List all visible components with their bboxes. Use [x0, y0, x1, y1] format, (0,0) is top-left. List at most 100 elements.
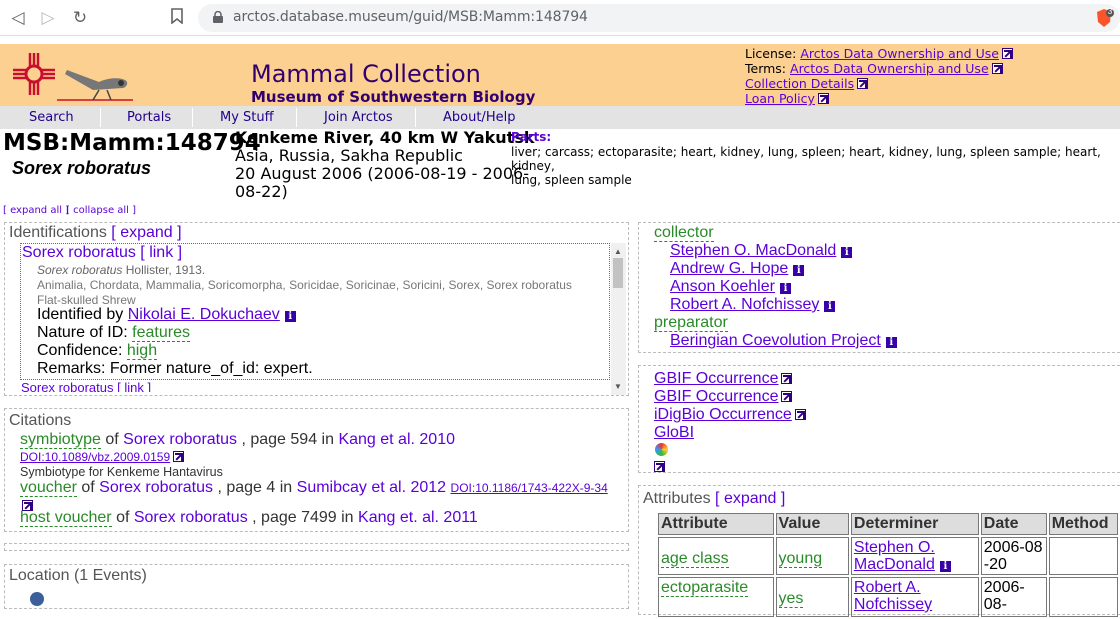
location-heading: Location (1 Events) — [9, 567, 147, 584]
taxon-authority: Sorex roboratus Hollister, 1913. — [37, 263, 206, 277]
publication-link[interactable]: Sumibcay et al. 2012 — [297, 479, 446, 496]
attribute-name[interactable]: ectoparasite — [661, 579, 749, 597]
taxon-classification: Animalia, Chordata, Mammalia, Soricomorp… — [37, 278, 572, 292]
terms-link[interactable]: Arctos Data Ownership and Use — [790, 61, 989, 76]
higher-geography: Asia, Russia, Sakha Republic — [235, 146, 463, 165]
gbif-link[interactable]: GBIF Occurrence — [654, 370, 778, 387]
external-link-icon[interactable] — [781, 373, 793, 384]
info-icon[interactable]: i — [793, 265, 805, 276]
menu-portals[interactable]: Portals — [127, 110, 171, 125]
citation-item: host voucher of Sorex roboratus , page 7… — [20, 509, 478, 527]
menu-join-arctos[interactable]: Join Arctos — [324, 110, 393, 125]
menu-divider — [100, 108, 101, 127]
agent-link[interactable]: Andrew G. Hope — [670, 260, 788, 277]
column-header: Method — [1048, 513, 1118, 535]
menu-about-help[interactable]: About/Help — [443, 110, 515, 125]
determiner-link[interactable]: Stephen O. MacDonald — [854, 539, 935, 573]
publication-link[interactable]: Kang et al. 2010 — [338, 431, 455, 448]
next-identification[interactable]: Sorex roboratus [ link ] — [21, 380, 151, 392]
collector-item: Robert A. Nofchissey i — [670, 296, 836, 314]
collector-label[interactable]: collector — [654, 224, 714, 242]
bookmark-icon[interactable] — [167, 8, 187, 28]
back-icon[interactable]: ◁ — [8, 8, 28, 28]
table-row: ectoparasite yes Robert A. Nofchissey 20… — [658, 577, 1118, 617]
citation-taxon-link[interactable]: Sorex roboratus — [123, 431, 237, 448]
external-link-icon[interactable] — [781, 391, 793, 402]
agent-link[interactable]: Anson Koehler — [670, 278, 775, 295]
collection-title: Mammal Collection — [251, 60, 481, 88]
identifications-expand[interactable]: [ expand ] — [111, 224, 181, 241]
menu-my-stuff[interactable]: My Stuff — [220, 110, 274, 125]
citation-type[interactable]: host voucher — [20, 509, 112, 527]
external-link-icon[interactable] — [1001, 48, 1013, 59]
external-link-icon[interactable] — [794, 409, 806, 420]
info-icon[interactable]: i — [779, 283, 791, 294]
nature-of-id-value[interactable]: features — [132, 324, 190, 342]
globi-icon[interactable] — [655, 443, 668, 456]
collapse-all-link[interactable]: [ collapse all ] — [66, 205, 136, 216]
citation-taxon-link[interactable]: Sorex roboratus — [134, 509, 248, 526]
preparator-label[interactable]: preparator — [654, 314, 728, 332]
brave-shield-icon[interactable]: 3 — [1094, 7, 1114, 28]
brave-badge: 3 — [1107, 7, 1113, 16]
info-icon[interactable]: i — [885, 337, 897, 348]
reload-icon[interactable]: ↻ — [70, 8, 90, 28]
gbif-link[interactable]: GBIF Occurrence — [654, 388, 778, 405]
collection-details-link[interactable]: Collection Details — [745, 76, 854, 91]
attributes-expand[interactable]: [ expand ] — [715, 490, 785, 507]
agent-link[interactable]: Stephen O. MacDonald — [670, 242, 836, 259]
link-item: GBIF Occurrence — [654, 388, 793, 406]
doi-link[interactable]: DOI:10.1089/vbz.2009.0159 — [20, 450, 170, 464]
external-link-icon[interactable] — [173, 451, 185, 462]
attribute-value[interactable]: young — [778, 550, 823, 568]
forward-icon[interactable]: ▷ — [38, 8, 58, 28]
map-marker-icon[interactable] — [30, 592, 44, 606]
globi-link[interactable]: GloBI — [654, 424, 694, 441]
license-line: License: Arctos Data Ownership and Use — [745, 46, 1013, 61]
external-link-icon[interactable] — [857, 78, 869, 89]
common-name: Flat-skulled Shrew — [37, 293, 136, 307]
menu-search[interactable]: Search — [29, 110, 74, 125]
info-icon[interactable]: i — [284, 311, 296, 322]
expand-all-link[interactable]: [ expand all ] — [3, 205, 69, 216]
column-header: Attribute — [658, 513, 774, 535]
agent-link[interactable]: Robert A. Nofchissey — [670, 296, 819, 313]
preparator-role: preparator — [654, 314, 728, 332]
loan-policy-link[interactable]: Loan Policy — [745, 91, 815, 106]
determiner-link[interactable]: Robert A. Nofchissey — [854, 579, 932, 613]
specific-locality: Kenkeme River, 40 km W Yakutsk — [235, 128, 535, 147]
citation-item: voucher of Sorex roboratus , page 4 in S… — [20, 479, 608, 497]
agent-link[interactable]: Beringian Coevolution Project — [670, 332, 881, 349]
info-icon[interactable]: i — [939, 561, 951, 572]
catalog-number: MSB:Mamm:148794 — [3, 130, 261, 156]
citation-item: symbiotype of Sorex roboratus , page 594… — [20, 431, 455, 449]
identification-name[interactable]: Sorex roboratus [ link ] — [22, 244, 182, 262]
column-header: Date — [980, 513, 1047, 535]
license-link[interactable]: Arctos Data Ownership and Use — [800, 46, 999, 61]
license-label: License: — [745, 46, 797, 61]
confidence-value[interactable]: high — [126, 342, 158, 360]
collection-details-line: Collection Details — [745, 76, 869, 91]
citation-taxon-link[interactable]: Sorex roboratus — [99, 479, 213, 496]
info-icon[interactable]: i — [824, 301, 836, 312]
external-link-icon[interactable] — [654, 461, 665, 472]
doi-link[interactable]: DOI:10.1186/1743-422X-9-34 — [451, 481, 608, 495]
preparator-item: Beringian Coevolution Project i — [670, 332, 897, 350]
url-text[interactable]: arctos.database.museum/guid/MSB:Mamm:148… — [233, 9, 588, 25]
empty-panel — [4, 543, 629, 551]
external-link-icon[interactable] — [817, 93, 829, 104]
citation-type[interactable]: voucher — [20, 479, 77, 497]
attribute-name[interactable]: age class — [661, 550, 729, 568]
attribute-value[interactable]: yes — [778, 590, 804, 608]
attribute-method — [1048, 537, 1118, 575]
scrollbar[interactable]: ▲ ▼ — [611, 243, 626, 395]
idigbio-link[interactable]: iDigBio Occurrence — [654, 406, 792, 423]
publication-link[interactable]: Kang et. al. 2011 — [358, 509, 478, 526]
menu-divider — [192, 108, 193, 127]
collector-item: Andrew G. Hope i — [670, 260, 805, 278]
identifier-link[interactable]: Nikolai E. Dokuchaev — [128, 306, 280, 323]
citation-type[interactable]: symbiotype — [20, 431, 101, 449]
info-icon[interactable]: i — [841, 247, 853, 258]
parts-list: liver; carcass; ectoparasite; heart, kid… — [511, 145, 1117, 187]
external-link-icon[interactable] — [991, 63, 1003, 74]
